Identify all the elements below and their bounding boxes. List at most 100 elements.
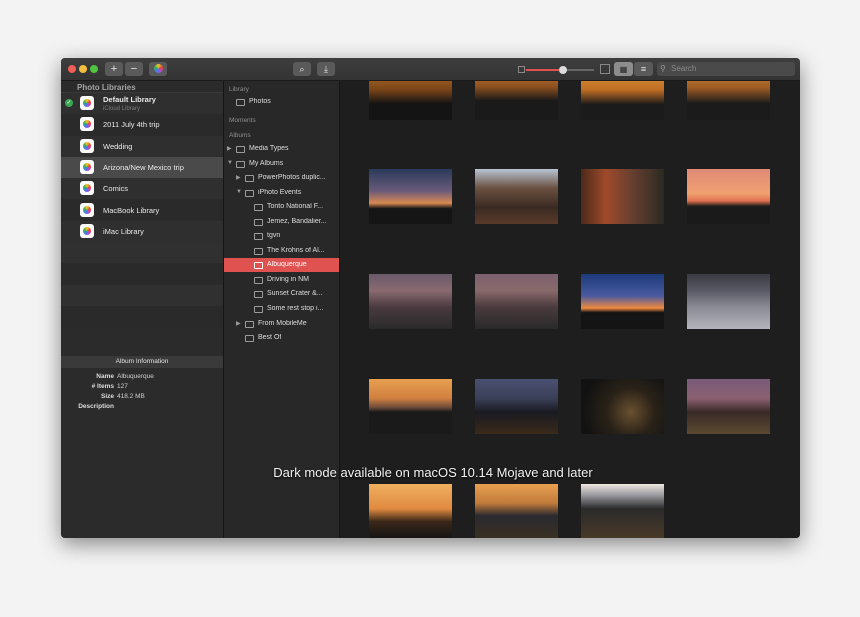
- folder-icon: [245, 321, 254, 328]
- photo-thumbnail[interactable]: [369, 169, 452, 224]
- album-icon: [254, 219, 263, 226]
- photo-thumbnail[interactable]: [581, 169, 664, 224]
- album-label: From MobileMe: [258, 320, 307, 327]
- info-description-label: Description: [78, 403, 114, 410]
- album-row[interactable]: Sunset Crater &...: [224, 287, 339, 301]
- album-folder-row[interactable]: Photos: [224, 95, 339, 109]
- album-info-header: Album Information: [61, 356, 223, 368]
- disclosure-triangle-icon[interactable]: ▶: [236, 174, 241, 181]
- add-library-button[interactable]: +: [105, 62, 123, 76]
- photos-library-icon: [80, 117, 94, 132]
- empty-row: [61, 306, 223, 327]
- album-folder-row[interactable]: ▶ PowerPhotos duplic...: [224, 171, 339, 185]
- album-row[interactable]: Jemez, Bandalier...: [224, 215, 339, 229]
- album-icon: [245, 335, 254, 342]
- album-folder-row[interactable]: ▶ From MobileMe: [224, 317, 339, 331]
- photo-thumbnail[interactable]: [581, 81, 664, 120]
- photo-thumbnail[interactable]: [475, 484, 558, 538]
- album-row[interactable]: Driving in NM: [224, 273, 339, 287]
- album-row[interactable]: The Krohns of Al...: [224, 244, 339, 258]
- photo-thumbnail[interactable]: [581, 379, 664, 434]
- album-icon: [254, 262, 263, 269]
- library-name: Comics: [103, 184, 129, 194]
- album-label: tgvn: [267, 232, 281, 239]
- zoom-slider[interactable]: [526, 66, 594, 74]
- album-folder-row[interactable]: ▼ My Albums: [224, 157, 339, 171]
- active-library-check-icon: ✓: [65, 99, 73, 107]
- disclosure-triangle-icon[interactable]: ▶: [236, 320, 241, 327]
- photo-thumbnail[interactable]: [475, 274, 558, 329]
- photo-thumbnail[interactable]: [475, 169, 558, 224]
- library-item[interactable]: iMac Library: [61, 220, 223, 242]
- album-label: iPhoto Events: [258, 189, 302, 196]
- library-subtitle: iCloud Library: [103, 106, 141, 112]
- zoom-window-button[interactable]: [90, 65, 98, 73]
- album-label: The Krohns of Al...: [267, 247, 325, 254]
- grid-icon: ▦: [619, 65, 628, 74]
- remove-library-button[interactable]: −: [125, 62, 143, 76]
- list-view-button[interactable]: ≡: [634, 62, 653, 76]
- close-window-button[interactable]: [68, 65, 76, 73]
- album-icon: [254, 204, 263, 211]
- album-row[interactable]: Albuquerque: [224, 258, 339, 272]
- folder-icon: [236, 99, 245, 106]
- empty-row: [61, 284, 223, 306]
- photos-app-button[interactable]: [149, 62, 167, 76]
- album-label: Tonto National F...: [267, 203, 324, 210]
- magnify-icon: ⌕: [299, 64, 305, 74]
- album-label: Driving in NM: [267, 276, 310, 283]
- photo-thumbnail[interactable]: [687, 274, 770, 329]
- photo-thumbnail[interactable]: [581, 484, 664, 538]
- folder-icon: [236, 161, 245, 168]
- album-folder-row[interactable]: ▶ Media Types: [224, 142, 339, 156]
- disclosure-triangle-icon[interactable]: ▼: [227, 160, 233, 166]
- library-item[interactable]: Arizona/New Mexico trip: [61, 156, 223, 178]
- photo-thumbnail[interactable]: [687, 81, 770, 120]
- album-row[interactable]: Some rest stop i...: [224, 302, 339, 316]
- photo-thumbnail[interactable]: [687, 169, 770, 224]
- list-icon: ≡: [640, 64, 647, 74]
- library-item[interactable]: MacBook Library: [61, 199, 223, 221]
- photo-thumbnail[interactable]: [475, 379, 558, 434]
- disclosure-triangle-icon[interactable]: ▼: [236, 189, 242, 195]
- library-item[interactable]: 2011 July 4th trip: [61, 114, 223, 136]
- photo-thumbnail[interactable]: [369, 484, 452, 538]
- photo-thumbnail[interactable]: [369, 81, 452, 120]
- merge-button[interactable]: ⤓: [317, 62, 335, 76]
- folder-icon: [245, 175, 254, 182]
- minimize-window-button[interactable]: [79, 65, 87, 73]
- album-row[interactable]: Best Of: [224, 331, 339, 345]
- album-label: Some rest stop i...: [267, 305, 324, 312]
- grid-view-button[interactable]: ▦: [614, 62, 633, 76]
- zoom-slider-knob[interactable]: [559, 66, 568, 74]
- album-folder-row[interactable]: ▼ iPhoto Events: [224, 186, 339, 200]
- library-item[interactable]: Comics: [61, 178, 223, 200]
- find-duplicates-button[interactable]: ⌕: [293, 62, 311, 76]
- album-icon: [254, 233, 263, 240]
- caption-text: Dark mode available on macOS 10.14 Mojav…: [273, 465, 593, 480]
- disclosure-triangle-icon[interactable]: ▶: [227, 145, 232, 152]
- photo-thumbnail[interactable]: [475, 81, 558, 120]
- search-field[interactable]: ⚲ Search: [657, 62, 795, 76]
- library-item[interactable]: ✓ Default Library iCloud Library: [61, 93, 223, 114]
- library-name: iMac Library: [103, 226, 144, 236]
- library-name: 2011 July 4th trip: [103, 120, 160, 130]
- album-label: Best Of: [258, 334, 282, 341]
- album-icon: [254, 248, 263, 255]
- section-library: Library: [229, 86, 249, 93]
- library-name: MacBook Library: [103, 205, 160, 215]
- photo-thumbnail[interactable]: [369, 274, 452, 329]
- photo-thumbnail[interactable]: [687, 379, 770, 434]
- libraries-header: Photo Libraries: [77, 83, 136, 92]
- zoom-out-icon: [518, 66, 525, 73]
- album-label: PowerPhotos duplic...: [258, 174, 326, 181]
- album-row[interactable]: Tonto National F...: [224, 200, 339, 214]
- title-bar: + − ⌕ ⤓ ▦ ≡ ⚲ Search: [61, 58, 800, 81]
- photo-thumbnail[interactable]: [369, 379, 452, 434]
- album-label: Albuquerque: [267, 261, 307, 268]
- library-item[interactable]: Wedding: [61, 135, 223, 157]
- section-moments[interactable]: Moments: [229, 117, 256, 124]
- album-label: Sunset Crater &...: [267, 290, 323, 297]
- album-row[interactable]: tgvn: [224, 229, 339, 243]
- photo-thumbnail[interactable]: [581, 274, 664, 329]
